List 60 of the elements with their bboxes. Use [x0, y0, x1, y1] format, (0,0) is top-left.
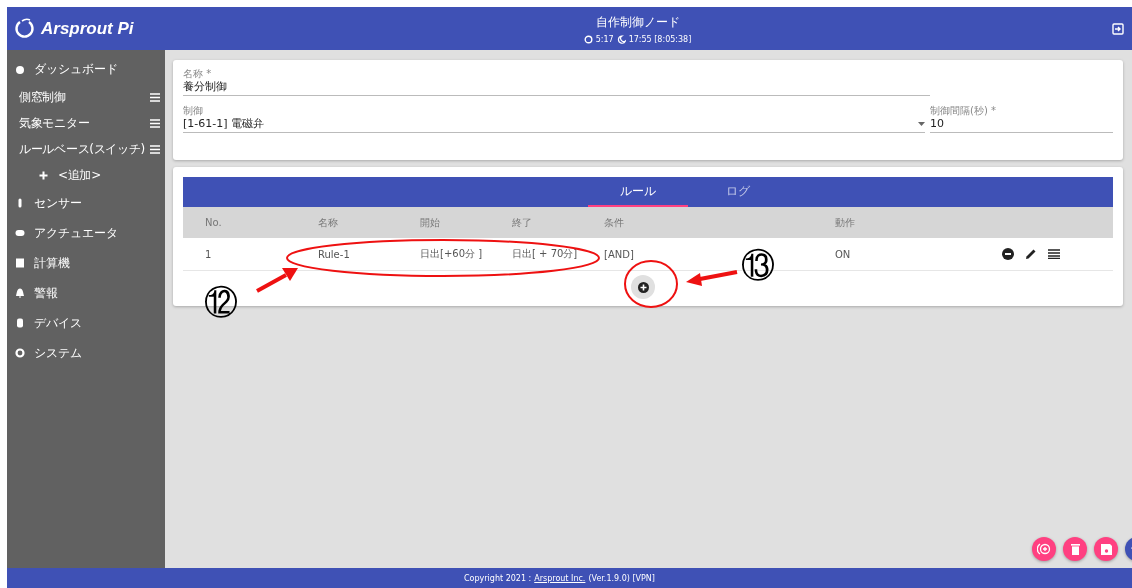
column-header: 終了	[512, 215, 533, 230]
sprout-ring-icon	[13, 17, 35, 40]
logout-icon[interactable]	[1112, 22, 1124, 35]
menu-icon[interactable]	[150, 144, 160, 154]
sidebar-subitem[interactable]: ルールベース(スイッチ)	[7, 136, 165, 162]
pointer-arrow	[686, 270, 738, 286]
bell-icon	[15, 288, 25, 298]
plus-circle-icon	[637, 281, 649, 293]
copyright-text: Copyright 2021 :	[464, 573, 532, 583]
sun-icon	[583, 34, 593, 44]
control-select[interactable]: 制御 [1-61-1] 電磁弁	[183, 105, 925, 133]
sidebar-item[interactable]: 計算機	[7, 248, 165, 278]
app-logo: Arsprout Pi	[41, 18, 134, 39]
sunrise-time: 5:17	[595, 34, 614, 44]
sidebar-item[interactable]: ダッシュボード	[7, 54, 165, 84]
table-cell-text: 日出[+60分 ]	[420, 247, 484, 261]
sidebar-item[interactable]: センサー	[7, 188, 165, 218]
page-title: 自作制御ノード	[595, 13, 680, 31]
menu-icon[interactable]	[150, 92, 160, 102]
column-header: 開始	[420, 215, 441, 230]
sidebar-item[interactable]: デバイス	[7, 308, 165, 338]
name-field[interactable]: 名称 * 養分制御	[183, 68, 930, 96]
sidebar-subitem[interactable]: 気象モニター	[7, 110, 165, 136]
menu-icon[interactable]	[150, 118, 160, 128]
toggle-icon	[15, 228, 25, 238]
callout-number: ⑫	[204, 285, 238, 319]
drag-handle-icon[interactable]	[1048, 249, 1060, 259]
edit-pencil-icon[interactable]	[1025, 248, 1037, 260]
add-item[interactable]: <追加>	[7, 162, 165, 188]
column-header: No.	[205, 217, 223, 228]
sidebar-subitem[interactable]: 側窓制御	[7, 84, 165, 110]
column-header: 動作	[835, 215, 856, 230]
callout-number: ⑬	[741, 248, 775, 282]
table-cell-text: 1	[205, 248, 213, 260]
pointer-arrow	[256, 268, 298, 293]
add-rule-button[interactable]	[631, 275, 655, 299]
plus-icon	[39, 170, 48, 180]
column-header: 条件	[604, 215, 625, 230]
column-header: 名称	[318, 215, 339, 230]
trash-icon	[1070, 543, 1080, 555]
sunset-time: 17:55 [8:05:38]	[628, 34, 692, 44]
add-node-button[interactable]	[1032, 537, 1056, 561]
table-cell-text: 日出[ + 70分]	[512, 247, 579, 261]
table-cell-text: ON	[835, 248, 852, 260]
tab[interactable]: ログ	[688, 177, 788, 207]
highlight-ellipse	[624, 260, 678, 308]
company-link[interactable]: Arsprout Inc.	[534, 573, 586, 583]
sidebar-item[interactable]: 警報	[7, 278, 165, 308]
sidebar-item[interactable]: アクチュエータ	[7, 218, 165, 248]
table-cell-text: Rule-1	[318, 248, 351, 260]
interval-field[interactable]: 制御間隔(秒) * 10	[930, 105, 1113, 133]
delete-button[interactable]	[1063, 537, 1087, 561]
table-cell-text: [AND]	[604, 248, 635, 260]
dropdown-caret-icon	[918, 121, 925, 126]
save-button[interactable]	[1094, 537, 1118, 561]
plus-circle-icon	[1037, 543, 1051, 555]
remove-icon[interactable]	[1002, 248, 1014, 260]
sidebar-item[interactable]: システム	[7, 338, 165, 368]
moon-icon	[616, 34, 626, 44]
version-text: (Ver.1.9.0) [VPN]	[588, 573, 655, 583]
